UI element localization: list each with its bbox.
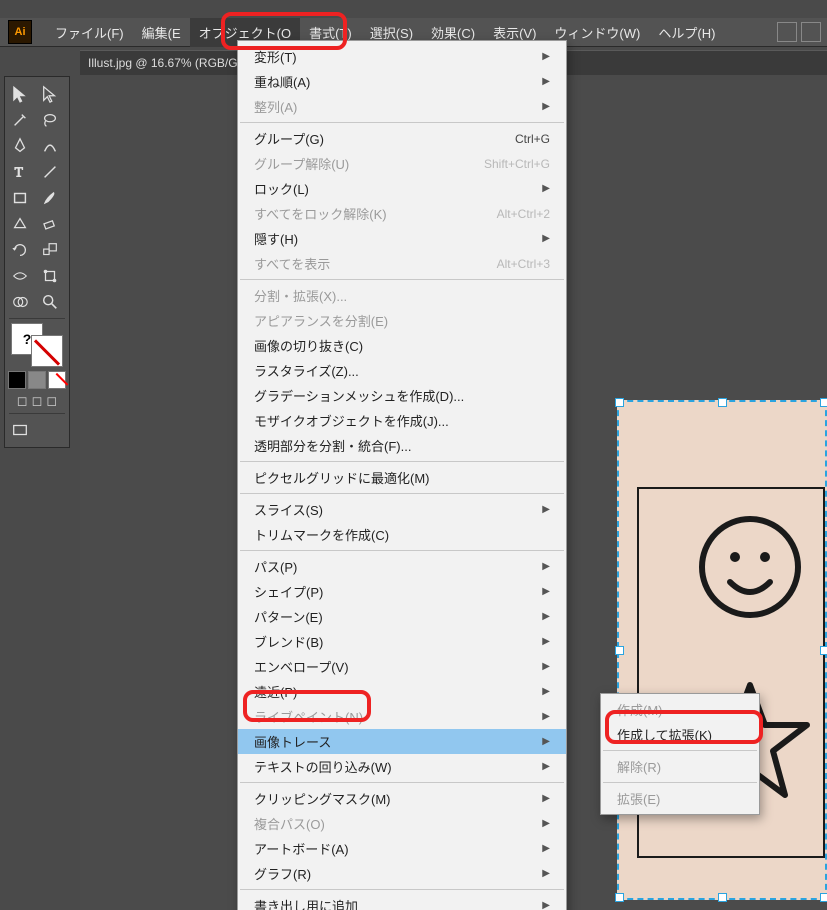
menu-expand-appearance[interactable]: アピアランスを分割(E) — [238, 308, 566, 333]
eraser-tool-icon[interactable] — [35, 211, 65, 237]
menu-shape[interactable]: シェイプ(P)▶ — [238, 579, 566, 604]
menu-collect-export[interactable]: 書き出し用に追加▶ — [238, 893, 566, 910]
selection-tool-icon[interactable] — [5, 81, 35, 107]
document-tab[interactable]: Illust.jpg @ 16.67% (RGB/G — [88, 56, 238, 70]
menu-envelope[interactable]: エンベロープ(V)▶ — [238, 654, 566, 679]
rotate-tool-icon[interactable] — [5, 237, 35, 263]
draw-inside-icon[interactable]: ◻ — [46, 393, 57, 409]
image-trace-submenu: 作成(M) 作成して拡張(K) 解除(R) 拡張(E) — [600, 693, 760, 815]
selection-handle[interactable] — [718, 893, 727, 902]
curvature-tool-icon[interactable] — [35, 133, 65, 159]
submenu-trace-make-expand[interactable]: 作成して拡張(K) — [601, 722, 759, 747]
submenu-trace-make[interactable]: 作成(M) — [601, 697, 759, 722]
menu-pixel-grid[interactable]: ピクセルグリッドに最適化(M) — [238, 465, 566, 490]
app-icon: Ai — [8, 20, 32, 44]
menu-flatten-transparency[interactable]: 透明部分を分割・統合(F)... — [238, 433, 566, 458]
color-mode-row[interactable] — [5, 371, 69, 389]
menu-group[interactable]: グループ(G)Ctrl+G — [238, 126, 566, 151]
selection-handle[interactable] — [820, 893, 827, 902]
menu-edit[interactable]: 編集(E — [133, 18, 190, 47]
menu-crop-image[interactable]: 画像の切り抜き(C) — [238, 333, 566, 358]
menu-expand[interactable]: 分割・拡張(X)... — [238, 283, 566, 308]
menu-pattern[interactable]: パターン(E)▶ — [238, 604, 566, 629]
menu-unlock-all[interactable]: すべてをロック解除(K)Alt+Ctrl+2 — [238, 201, 566, 226]
selection-handle[interactable] — [820, 398, 827, 407]
direct-selection-tool-icon[interactable] — [35, 81, 65, 107]
menu-align[interactable]: 整列(A)▶ — [238, 94, 566, 119]
color-gradient-icon[interactable] — [28, 371, 46, 389]
selection-handle[interactable] — [718, 398, 727, 407]
free-transform-tool-icon[interactable] — [35, 263, 65, 289]
line-tool-icon[interactable] — [35, 159, 65, 185]
object-menu-dropdown: 変形(T)▶ 重ね順(A)▶ 整列(A)▶ グループ(G)Ctrl+G グループ… — [237, 40, 567, 910]
placed-image[interactable] — [617, 400, 827, 900]
selection-handle[interactable] — [615, 893, 624, 902]
pen-tool-icon[interactable] — [5, 133, 35, 159]
scale-tool-icon[interactable] — [35, 237, 65, 263]
selection-handle[interactable] — [615, 398, 624, 407]
screen-mode-icon[interactable] — [5, 417, 35, 443]
menu-mosaic[interactable]: モザイクオブジェクトを作成(J)... — [238, 408, 566, 433]
zoom-tool-icon[interactable] — [35, 289, 65, 315]
menu-artboards[interactable]: アートボード(A)▶ — [238, 836, 566, 861]
menu-file[interactable]: ファイル(F) — [46, 18, 133, 47]
draw-behind-icon[interactable]: ◻ — [32, 393, 43, 409]
selection-handle[interactable] — [615, 646, 624, 655]
menu-text-wrap[interactable]: テキストの回り込み(W)▶ — [238, 754, 566, 779]
draw-normal-icon[interactable]: ◻ — [17, 393, 28, 409]
rectangle-tool-icon[interactable] — [5, 185, 35, 211]
magic-wand-tool-icon[interactable] — [5, 107, 35, 133]
menu-blend[interactable]: ブレンド(B)▶ — [238, 629, 566, 654]
menu-gradient-mesh[interactable]: グラデーションメッシュを作成(D)... — [238, 383, 566, 408]
type-tool-icon[interactable]: T — [5, 159, 35, 185]
stroke-swatch[interactable] — [31, 335, 63, 367]
width-tool-icon[interactable] — [5, 263, 35, 289]
lasso-tool-icon[interactable] — [35, 107, 65, 133]
menu-transform[interactable]: 変形(T)▶ — [238, 44, 566, 69]
menu-ungroup[interactable]: グループ解除(U)Shift+Ctrl+G — [238, 151, 566, 176]
fill-stroke-swatches[interactable]: ? — [9, 323, 65, 367]
menu-show-all[interactable]: すべてを表示Alt+Ctrl+3 — [238, 251, 566, 276]
screen-mode-row[interactable]: ◻ ◻ ◻ — [5, 393, 69, 409]
workspace-icons[interactable] — [777, 22, 827, 42]
menu-live-paint[interactable]: ライブペイント(N)▶ — [238, 704, 566, 729]
shaper-tool-icon[interactable] — [5, 211, 35, 237]
menu-clipping-mask[interactable]: クリッピングマスク(M)▶ — [238, 786, 566, 811]
selection-handle[interactable] — [820, 646, 827, 655]
menu-compound-path[interactable]: 複合パス(O)▶ — [238, 811, 566, 836]
menu-arrange[interactable]: 重ね順(A)▶ — [238, 69, 566, 94]
submenu-trace-expand[interactable]: 拡張(E) — [601, 786, 759, 811]
color-black-icon[interactable] — [8, 371, 26, 389]
paintbrush-tool-icon[interactable] — [35, 185, 65, 211]
color-none-icon[interactable] — [48, 371, 66, 389]
shape-builder-tool-icon[interactable] — [5, 289, 35, 315]
menu-rasterize[interactable]: ラスタライズ(Z)... — [238, 358, 566, 383]
menu-path[interactable]: パス(P)▶ — [238, 554, 566, 579]
menu-help[interactable]: ヘルプ(H) — [649, 18, 724, 47]
menu-slice[interactable]: スライス(S)▶ — [238, 497, 566, 522]
submenu-trace-release[interactable]: 解除(R) — [601, 754, 759, 779]
menu-image-trace[interactable]: 画像トレース▶ — [238, 729, 566, 754]
menu-lock[interactable]: ロック(L)▶ — [238, 176, 566, 201]
menu-perspective[interactable]: 遠近(P)▶ — [238, 679, 566, 704]
svg-text:T: T — [15, 165, 24, 180]
menu-hide[interactable]: 隠す(H)▶ — [238, 226, 566, 251]
menu-graph[interactable]: グラフ(R)▶ — [238, 861, 566, 886]
tools-panel: T ? ◻ ◻ ◻ — [4, 76, 70, 448]
smiley-drawing — [695, 512, 805, 622]
menu-trim-marks[interactable]: トリムマークを作成(C) — [238, 522, 566, 547]
